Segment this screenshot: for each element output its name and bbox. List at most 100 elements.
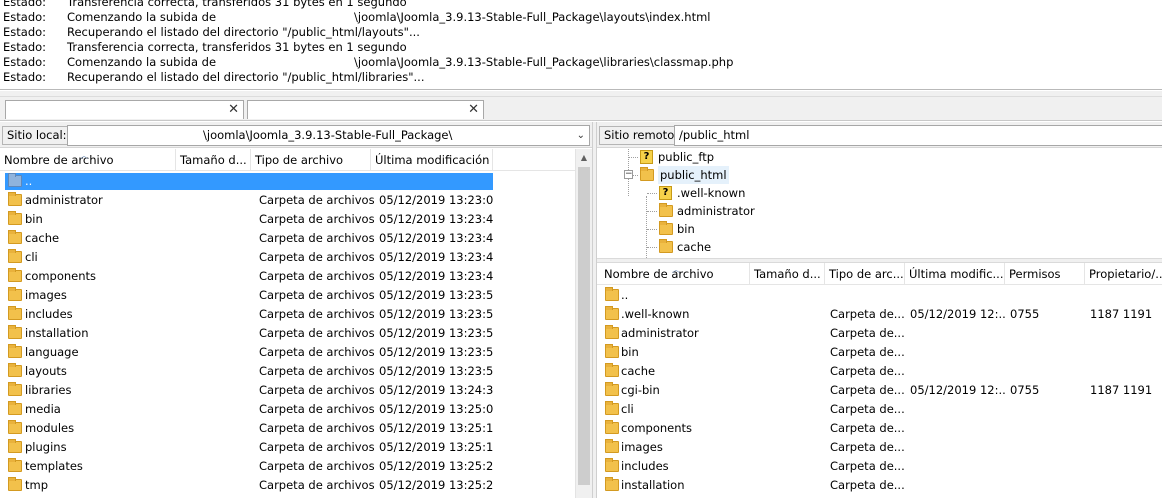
- col-modified-label: Última modific...: [909, 267, 1004, 281]
- tab-2[interactable]: ✕: [247, 100, 484, 119]
- table-row[interactable]: installation Carpeta de...: [597, 476, 1162, 495]
- table-row[interactable]: cache Carpeta de archivos 05/12/2019 13:23…: [0, 229, 576, 248]
- table-row[interactable]: libraries Carpeta de archivos 05/12/2019 1…: [0, 381, 576, 400]
- col-permissions[interactable]: Permisos: [1005, 263, 1085, 285]
- col-type[interactable]: Tipo de archivo: [251, 149, 371, 171]
- col-filename[interactable]: ︿ Nombre de archivo: [0, 149, 176, 171]
- table-row[interactable]: media Carpeta de archivos 05/12/2019 13:25…: [0, 400, 576, 419]
- local-file-list[interactable]: .. administrator Carpeta de archivos 05/12/…: [0, 172, 576, 498]
- close-icon[interactable]: ✕: [228, 102, 239, 118]
- table-row[interactable]: layouts Carpeta de archivos 05/12/2019 13:…: [0, 362, 576, 381]
- col-modified[interactable]: Última modific...: [905, 263, 1005, 285]
- table-row[interactable]: images Carpeta de...: [597, 438, 1162, 457]
- log-line-message: Recuperando el listado del directorio "/…: [67, 25, 420, 40]
- folder-icon: [605, 401, 619, 415]
- file-modified: 05/12/2019 13:25:20: [379, 478, 494, 492]
- log-line: Estado: Transferencia correcta, transferi…: [0, 0, 1162, 10]
- table-row[interactable]: installation Carpeta de archivos 05/12/201…: [0, 324, 576, 343]
- tree-item-administrator[interactable]: administrator: [597, 202, 1162, 220]
- collapse-toggle-icon[interactable]: −: [624, 170, 633, 179]
- log-line-label: Estado:: [3, 0, 47, 9]
- folder-icon: [605, 287, 619, 301]
- col-owner[interactable]: Propietario/...: [1085, 263, 1162, 285]
- tree-item-public-ftp[interactable]: ? public_ftp: [597, 149, 1162, 166]
- close-icon[interactable]: ✕: [468, 102, 479, 118]
- table-row[interactable]: bin Carpeta de...: [597, 343, 1162, 362]
- remote-file-list[interactable]: .. .well-known Carpeta de... 05/12/2019 12:…: [597, 286, 1162, 498]
- local-path-input[interactable]: \joomla\Joomla_3.9.13-Stable-Full_Packag…: [67, 125, 590, 146]
- table-row[interactable]: images Carpeta de archivos 05/12/2019 13:2…: [0, 286, 576, 305]
- table-row[interactable]: ..: [597, 286, 1162, 305]
- message-log[interactable]: Estado: Transferencia correcta, transferi…: [0, 0, 1162, 90]
- file-type: Carpeta de archivos: [259, 478, 374, 492]
- table-row[interactable]: administrator Carpeta de...: [597, 324, 1162, 343]
- table-row[interactable]: components Carpeta de...: [597, 419, 1162, 438]
- file-modified: 05/12/2019 13:23:43: [379, 250, 494, 264]
- file-type: Carpeta de...: [830, 383, 905, 397]
- log-line: Estado: Comenzando la subida de \joomla\Jo…: [0, 55, 1162, 70]
- tree-item-cache[interactable]: cache: [597, 238, 1162, 256]
- table-row[interactable]: cache Carpeta de...: [597, 362, 1162, 381]
- table-row[interactable]: .well-known Carpeta de... 05/12/2019 12:..…: [597, 305, 1162, 324]
- table-row[interactable]: templates Carpeta de archivos 05/12/2019 1…: [0, 457, 576, 476]
- file-modified: 05/12/2019 12:...: [910, 383, 1005, 397]
- col-type-label: Tipo de arc...: [829, 267, 904, 281]
- file-modified: 05/12/2019 13:23:56: [379, 345, 494, 359]
- tree-item-well-known[interactable]: ? .well-known: [597, 184, 1162, 202]
- file-permissions: 0755: [1010, 307, 1040, 321]
- folder-icon: [605, 458, 619, 472]
- col-type[interactable]: Tipo de arc...: [825, 263, 905, 285]
- table-row[interactable]: modules Carpeta de archivos 05/12/2019 13:…: [0, 419, 576, 438]
- tree-item-bin[interactable]: bin: [597, 220, 1162, 238]
- table-row[interactable]: includes Carpeta de...: [597, 457, 1162, 476]
- file-name: libraries: [25, 383, 72, 397]
- remote-pane: Sitio remoto: /public_html ? public_ftp − p…: [596, 122, 1162, 498]
- log-line-label: Estado:: [3, 10, 47, 24]
- col-size[interactable]: Tamaño d...: [750, 263, 825, 285]
- file-type: Carpeta de archivos: [259, 212, 374, 226]
- file-modified: 05/12/2019 13:23:07: [379, 193, 494, 207]
- table-row[interactable]: bin Carpeta de archivos 05/12/2019 13:23:4…: [0, 210, 576, 229]
- file-name: cache: [621, 364, 656, 378]
- file-type: Carpeta de...: [830, 345, 905, 359]
- table-row[interactable]: cli Carpeta de archivos 05/12/2019 13:23:4…: [0, 248, 576, 267]
- folder-icon: [605, 325, 619, 339]
- col-type-label: Tipo de archivo: [255, 153, 344, 167]
- scroll-thumb[interactable]: [578, 167, 590, 485]
- file-name: bin: [621, 345, 639, 359]
- log-line-text: Recuperando el listado del directorio "/…: [67, 70, 425, 84]
- tab-1[interactable]: ✕: [5, 100, 244, 119]
- log-line-text: Recuperando el listado del directorio "/…: [67, 25, 420, 39]
- col-filename[interactable]: ︿ Nombre de archivo: [600, 263, 750, 285]
- table-row[interactable]: tmp Carpeta de archivos 05/12/2019 13:25:2…: [0, 476, 576, 495]
- file-modified: 05/12/2019 13:23:58: [379, 364, 494, 378]
- tree-item-label: public_ftp: [658, 150, 715, 164]
- file-type: Carpeta de...: [830, 459, 905, 473]
- local-scrollbar[interactable]: ▲: [575, 149, 592, 498]
- table-row[interactable]: administrator Carpeta de archivos 05/12/20…: [0, 191, 576, 210]
- table-row[interactable]: language Carpeta de archivos 05/12/2019 13…: [0, 343, 576, 362]
- file-type: Carpeta de archivos: [259, 326, 374, 340]
- tree-item-public-html[interactable]: − public_html: [597, 166, 1162, 184]
- folder-icon: [8, 420, 22, 434]
- file-type: Carpeta de archivos: [259, 345, 374, 359]
- file-name: layouts: [25, 364, 67, 378]
- table-row[interactable]: ..: [0, 172, 576, 191]
- file-name: images: [25, 288, 67, 302]
- local-pane: Sitio local: \joomla\Joomla_3.9.13-Stabl…: [0, 122, 593, 498]
- table-row[interactable]: components Carpeta de archivos 05/12/2019 …: [0, 267, 576, 286]
- table-row[interactable]: cgi-bin Carpeta de... 05/12/2019 12:... 075…: [597, 381, 1162, 400]
- col-owner-label: Propietario/...: [1089, 267, 1162, 281]
- file-name: installation: [25, 326, 89, 340]
- table-row[interactable]: includes Carpeta de archivos 05/12/2019 13…: [0, 305, 576, 324]
- scroll-up-icon[interactable]: ▲: [576, 149, 592, 166]
- file-type: Carpeta de...: [830, 402, 905, 416]
- remote-path-input[interactable]: /public_html: [674, 125, 1162, 146]
- col-size[interactable]: Tamaño d...: [176, 149, 251, 171]
- table-row[interactable]: cli Carpeta de...: [597, 400, 1162, 419]
- file-name: .well-known: [621, 307, 690, 321]
- chevron-down-icon[interactable]: ⌄: [577, 126, 585, 145]
- file-type: Carpeta de archivos: [259, 364, 374, 378]
- table-row[interactable]: plugins Carpeta de archivos 05/12/2019 13:…: [0, 438, 576, 457]
- col-modified[interactable]: Última modificación: [371, 149, 493, 171]
